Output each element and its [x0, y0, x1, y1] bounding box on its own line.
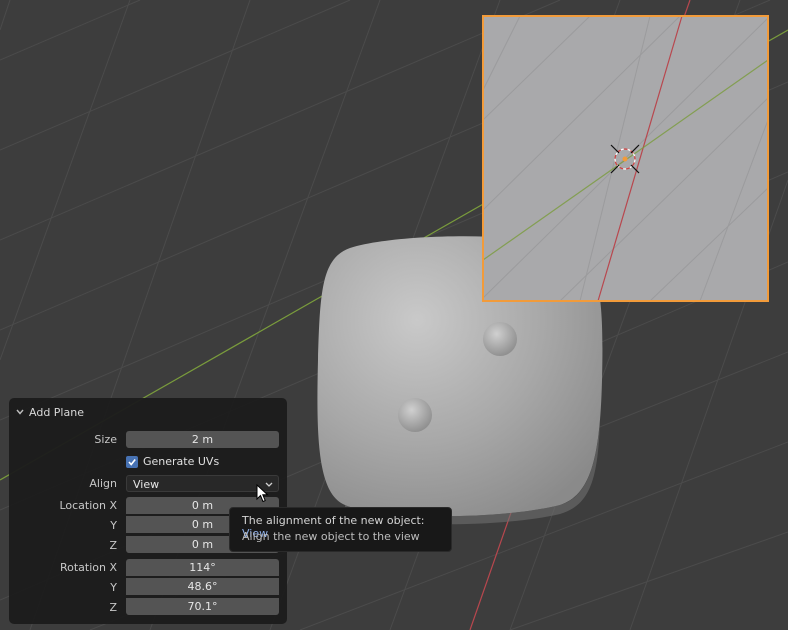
location-y-label: Y	[110, 519, 117, 532]
location-z-label: Z	[109, 539, 117, 552]
location-x-label: Location X	[59, 499, 117, 512]
align-label: Align	[89, 477, 117, 490]
checkmark-icon[interactable]	[126, 455, 138, 468]
size-label: Size	[94, 433, 117, 446]
mouse-pointer-icon	[256, 484, 269, 503]
3d-cursor-icon[interactable]	[610, 144, 640, 174]
rotation-x-label: Rotation X	[59, 561, 117, 574]
panel-title: Add Plane	[29, 405, 84, 419]
rotation-x-field[interactable]: 114°	[126, 559, 279, 576]
rotation-y-field[interactable]: 48.6°	[126, 578, 279, 595]
size-field[interactable]: 2 m	[126, 431, 279, 448]
die-pip	[398, 398, 432, 432]
align-tooltip: The alignment of the new object: View Al…	[229, 507, 452, 552]
rotation-y-label: Y	[110, 581, 117, 594]
tooltip-line-2: Align the new object to the view	[242, 530, 420, 543]
align-value: View	[133, 478, 160, 491]
panel-header[interactable]: Add Plane	[15, 404, 84, 420]
generate-uvs-checkbox[interactable]: Generate UVs	[126, 455, 219, 468]
die-pip	[483, 322, 517, 356]
tooltip-prefix: The alignment of the new object:	[242, 514, 425, 527]
rotation-z-label: Z	[109, 601, 117, 614]
chevron-down-icon[interactable]	[15, 407, 25, 417]
rotation-z-field[interactable]: 70.1°	[126, 598, 279, 615]
generate-uvs-label: Generate UVs	[143, 455, 220, 468]
